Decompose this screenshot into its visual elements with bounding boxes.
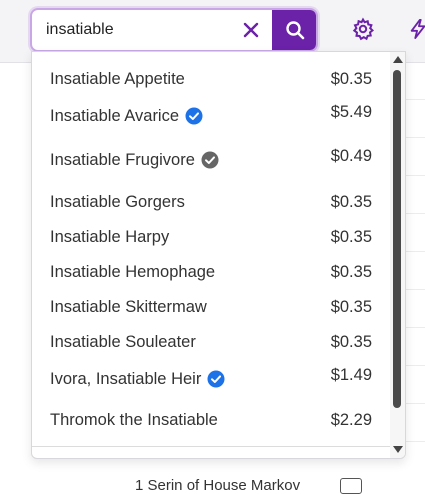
result-item[interactable]: Insatiable Avarice $5.49 xyxy=(32,99,382,133)
result-name: Ivora, Insatiable Heir xyxy=(50,362,225,396)
blue-check-icon xyxy=(207,370,225,388)
gear-icon xyxy=(352,17,375,41)
result-name: Thromok the Insatiable xyxy=(50,403,218,437)
scroll-up-arrow[interactable] xyxy=(393,56,403,63)
result-item[interactable]: Insatiable Appetite $0.35 xyxy=(32,62,382,96)
search-input[interactable] xyxy=(32,10,268,50)
clear-search-button[interactable] xyxy=(238,17,264,43)
result-name: Insatiable Souleater xyxy=(50,325,196,359)
result-item[interactable]: Insatiable Frugivore $0.49 xyxy=(32,143,382,177)
result-item[interactable]: Insatiable Skittermaw $0.35 xyxy=(32,290,382,324)
result-name-text: Insatiable Appetite xyxy=(50,70,185,88)
result-name-text: Insatiable Skittermaw xyxy=(50,298,207,316)
result-item[interactable]: Insatiable Harpy $0.35 xyxy=(32,220,382,254)
search-box xyxy=(30,8,318,52)
result-price: $0.49 xyxy=(330,147,372,165)
result-item[interactable]: Thromok the Insatiable $2.29 xyxy=(32,403,382,437)
result-item[interactable]: Insatiable Hemophage $0.35 xyxy=(32,255,382,289)
result-item[interactable]: Insatiable Souleater $0.35 xyxy=(32,325,382,359)
result-name: Insatiable Hemophage xyxy=(50,255,215,289)
result-price: $2.29 xyxy=(330,411,372,429)
result-name: Insatiable Harpy xyxy=(50,220,169,254)
lightning-icon xyxy=(410,19,425,39)
result-name-text: Ivora, Insatiable Heir xyxy=(50,370,202,388)
result-price: $0.35 xyxy=(330,333,372,351)
result-price: $0.35 xyxy=(330,193,372,211)
result-name: Insatiable Skittermaw xyxy=(50,290,207,324)
gray-check-icon xyxy=(201,151,219,169)
result-price: $1.49 xyxy=(330,366,372,384)
result-name-text: Insatiable Souleater xyxy=(50,333,196,351)
result-name-text: Insatiable Harpy xyxy=(50,228,170,246)
refresh-icon[interactable] xyxy=(340,478,362,494)
result-name-text: Insatiable Gorgers xyxy=(50,193,185,211)
search-button[interactable] xyxy=(272,10,316,50)
result-name-text: Insatiable Hemophage xyxy=(50,263,216,281)
result-price: $0.35 xyxy=(330,70,372,88)
result-name-text: Insatiable Frugivore xyxy=(50,151,195,169)
settings-button[interactable] xyxy=(350,16,376,42)
result-name: Insatiable Frugivore xyxy=(50,143,219,177)
quick-action-button[interactable] xyxy=(408,16,425,42)
result-name: Insatiable Gorgers xyxy=(50,185,185,219)
result-price: $0.35 xyxy=(330,298,372,316)
result-name-text: Insatiable Avarice xyxy=(50,107,180,125)
dropdown-scrollbar[interactable] xyxy=(390,52,405,458)
result-price: $0.35 xyxy=(330,263,372,281)
result-name: Insatiable Avarice xyxy=(50,99,203,133)
result-name-text: Thromok the Insatiable xyxy=(50,411,218,429)
dropdown-divider xyxy=(32,446,390,447)
search-results-dropdown: Insatiable Appetite $0.35 Insatiable Avari… xyxy=(31,51,406,459)
result-item[interactable]: Insatiable Gorgers $0.35 xyxy=(32,185,382,219)
result-price: $5.49 xyxy=(330,103,372,121)
result-item[interactable]: Ivora, Insatiable Heir $1.49 xyxy=(32,362,382,396)
close-icon xyxy=(243,22,259,38)
result-name: Insatiable Appetite xyxy=(50,62,185,96)
result-price: $0.35 xyxy=(330,228,372,246)
search-icon xyxy=(286,21,305,40)
scroll-down-arrow[interactable] xyxy=(393,446,403,453)
blue-check-icon xyxy=(185,107,203,125)
scroll-thumb[interactable] xyxy=(393,70,401,408)
